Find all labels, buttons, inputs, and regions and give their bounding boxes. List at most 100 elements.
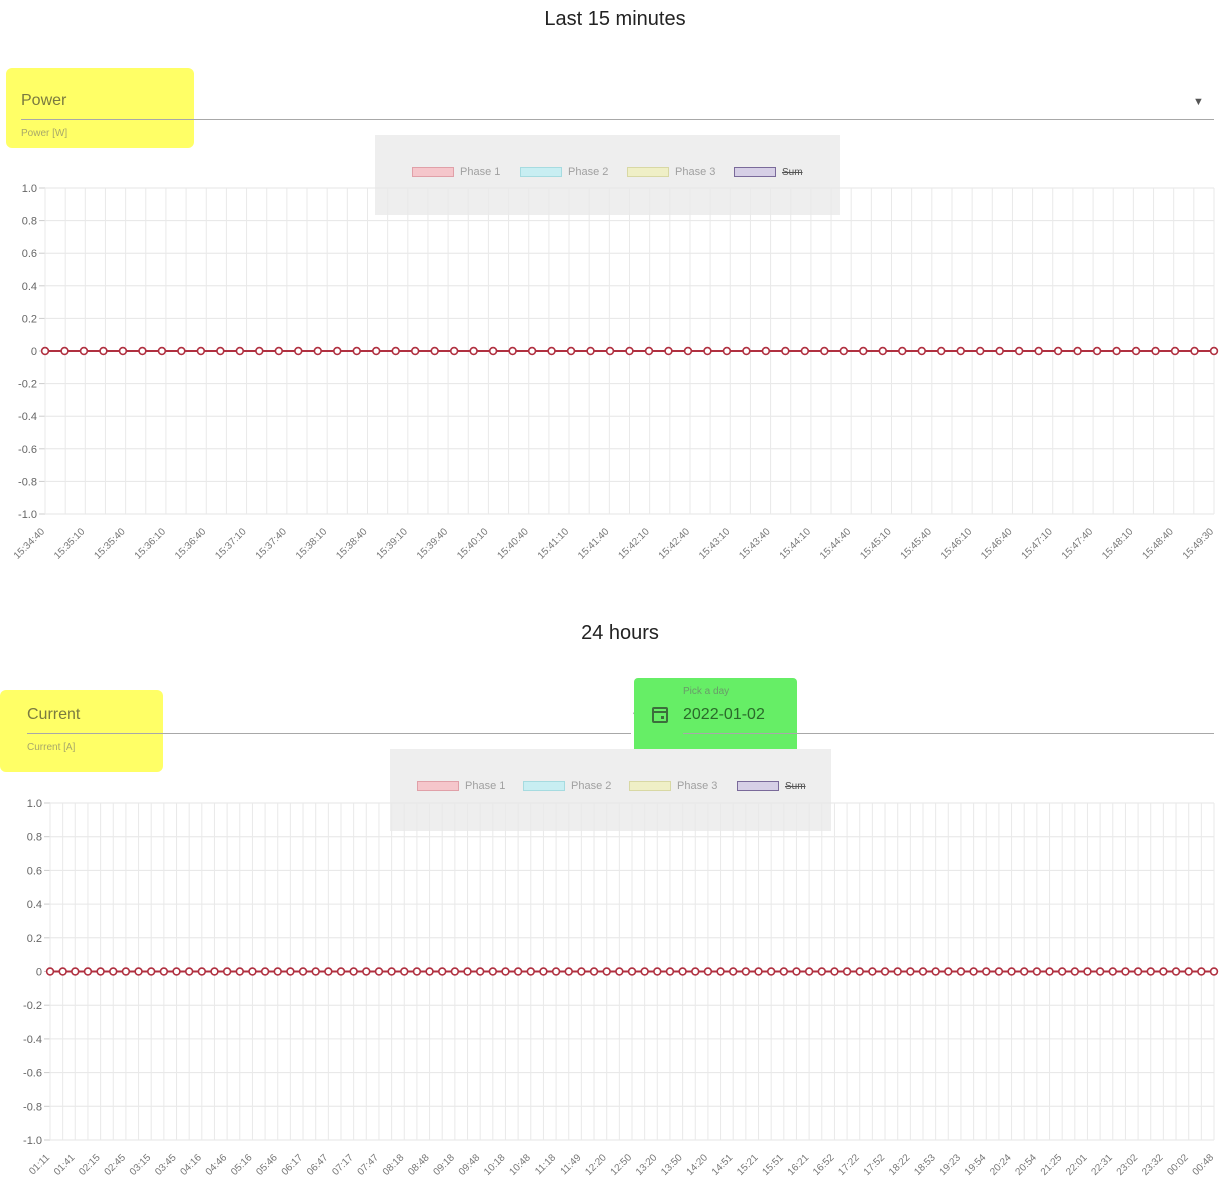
- x-tick-label: 01:41: [52, 1152, 78, 1178]
- data-point: [412, 967, 422, 976]
- data-point: [931, 967, 940, 976]
- data-point: [781, 346, 790, 356]
- data-point: [729, 967, 738, 976]
- data-point: [311, 967, 320, 976]
- data-point: [615, 967, 624, 976]
- data-point: [1007, 967, 1016, 976]
- data-point: [526, 967, 535, 976]
- data-point: [121, 967, 131, 976]
- data-point: [79, 346, 89, 356]
- y-tick-label: 1.0: [27, 798, 42, 810]
- x-tick-label: 06:17: [280, 1152, 306, 1178]
- x-tick-label: 05:46: [254, 1152, 280, 1178]
- data-point: [566, 346, 576, 356]
- line-chart-current: 1.0 0.8 0.6 0.4 0.2 0 -0.2 -0.4 -0.6 -0.8 -1.0 01:1…: [23, 798, 1219, 1178]
- data-point: [1121, 967, 1130, 976]
- y-tick-label: 0.2: [27, 933, 42, 945]
- x-tick-label: 03:15: [128, 1152, 154, 1178]
- data-point: [235, 967, 244, 976]
- data-point: [868, 967, 877, 976]
- x-tick-label: 10:18: [482, 1152, 508, 1178]
- data-point: [430, 346, 439, 356]
- x-tick-label: 08:48: [406, 1152, 432, 1178]
- data-point: [336, 967, 346, 976]
- x-tick-label: 15:38:40: [334, 526, 370, 562]
- data-point: [1034, 346, 1043, 356]
- x-tick-label: 12:20: [583, 1152, 609, 1178]
- data-point: [605, 346, 615, 356]
- x-tick-label: 02:15: [77, 1152, 103, 1178]
- x-tick-label: 15:40:40: [496, 526, 532, 562]
- y-tick-label: 0.8: [22, 216, 37, 228]
- x-tick-label: 08:18: [381, 1152, 407, 1178]
- data-point: [349, 967, 358, 976]
- data-point: [83, 967, 93, 976]
- x-tick-label: 23:32: [1140, 1152, 1166, 1178]
- data-point: [286, 967, 295, 976]
- x-tick-label: 15:48:10: [1100, 526, 1136, 562]
- data-point: [400, 967, 409, 976]
- data-point: [859, 346, 868, 356]
- data-point: [800, 346, 810, 356]
- x-tick-label: 13:20: [634, 1152, 660, 1178]
- data-point: [352, 346, 361, 356]
- x-tick-label: 15:35:40: [92, 526, 128, 562]
- data-point: [248, 967, 257, 976]
- y-tick-label: -0.4: [23, 1034, 42, 1046]
- data-point: [508, 346, 517, 356]
- data-point: [741, 967, 751, 976]
- data-point: [1197, 967, 1206, 976]
- y-tick-label: 0.6: [22, 248, 37, 260]
- data-point: [1053, 346, 1063, 356]
- data-point: [172, 967, 181, 976]
- x-tick-label: 22:31: [1089, 1152, 1115, 1178]
- data-point: [539, 967, 548, 976]
- x-tick-label: 15:37:10: [213, 526, 249, 562]
- data-point: [956, 967, 966, 976]
- data-point: [463, 967, 472, 976]
- x-tick-label: 11:18: [533, 1152, 558, 1177]
- y-tick-label: 0.6: [27, 865, 42, 877]
- chart-section-last-15-minutes: Last 15 minutes Power ▼ Power [W] Phase …: [0, 0, 1220, 590]
- data-point: [273, 967, 282, 976]
- x-tick-label: 15:36:40: [173, 526, 209, 562]
- data-point: [627, 967, 637, 976]
- x-tick-label: 15:41:10: [536, 526, 572, 562]
- data-point: [387, 967, 396, 976]
- data-point: [703, 346, 712, 356]
- data-point: [313, 346, 322, 356]
- data-point: [969, 967, 978, 976]
- data-point: [372, 346, 381, 356]
- data-point: [99, 346, 108, 356]
- data-point: [138, 346, 147, 356]
- x-tick-label: 17:22: [836, 1152, 862, 1178]
- data-point: [898, 346, 907, 356]
- data-point: [450, 967, 460, 976]
- x-tick-label: 04:46: [204, 1152, 230, 1178]
- data-point: [1108, 967, 1117, 976]
- data-point: [513, 967, 523, 976]
- y-tick-label: -0.6: [18, 444, 37, 456]
- data-point: [917, 346, 926, 356]
- x-tick-label: 06:47: [305, 1152, 331, 1178]
- data-point: [1190, 346, 1199, 356]
- data-point: [589, 967, 599, 976]
- y-tick-label: 0: [31, 346, 37, 358]
- data-point: [294, 346, 303, 356]
- x-tick-label: 15:39:10: [375, 526, 411, 562]
- x-tick-label: 07:47: [356, 1152, 382, 1178]
- x-tick-label: 15:34:40: [12, 526, 48, 562]
- x-tick-label: 18:22: [887, 1152, 913, 1178]
- x-tick-label: 10:48: [507, 1152, 533, 1178]
- data-point: [184, 967, 194, 976]
- data-point: [602, 967, 611, 976]
- y-tick-label: -1.0: [18, 509, 37, 521]
- y-tick-label: -0.8: [18, 476, 37, 488]
- data-point: [1209, 346, 1219, 356]
- x-tick-label: 16:21: [786, 1152, 812, 1178]
- data-point: [374, 967, 384, 976]
- line-chart-power: 1.0 0.8 0.6 0.4 0.2 0 -0.2 -0.4 -0.6 -0.8 -1.0 15:3…: [12, 183, 1219, 562]
- y-tick-label: 0.4: [22, 281, 37, 293]
- data-point: [1131, 346, 1141, 356]
- x-tick-label: 16:52: [811, 1152, 837, 1178]
